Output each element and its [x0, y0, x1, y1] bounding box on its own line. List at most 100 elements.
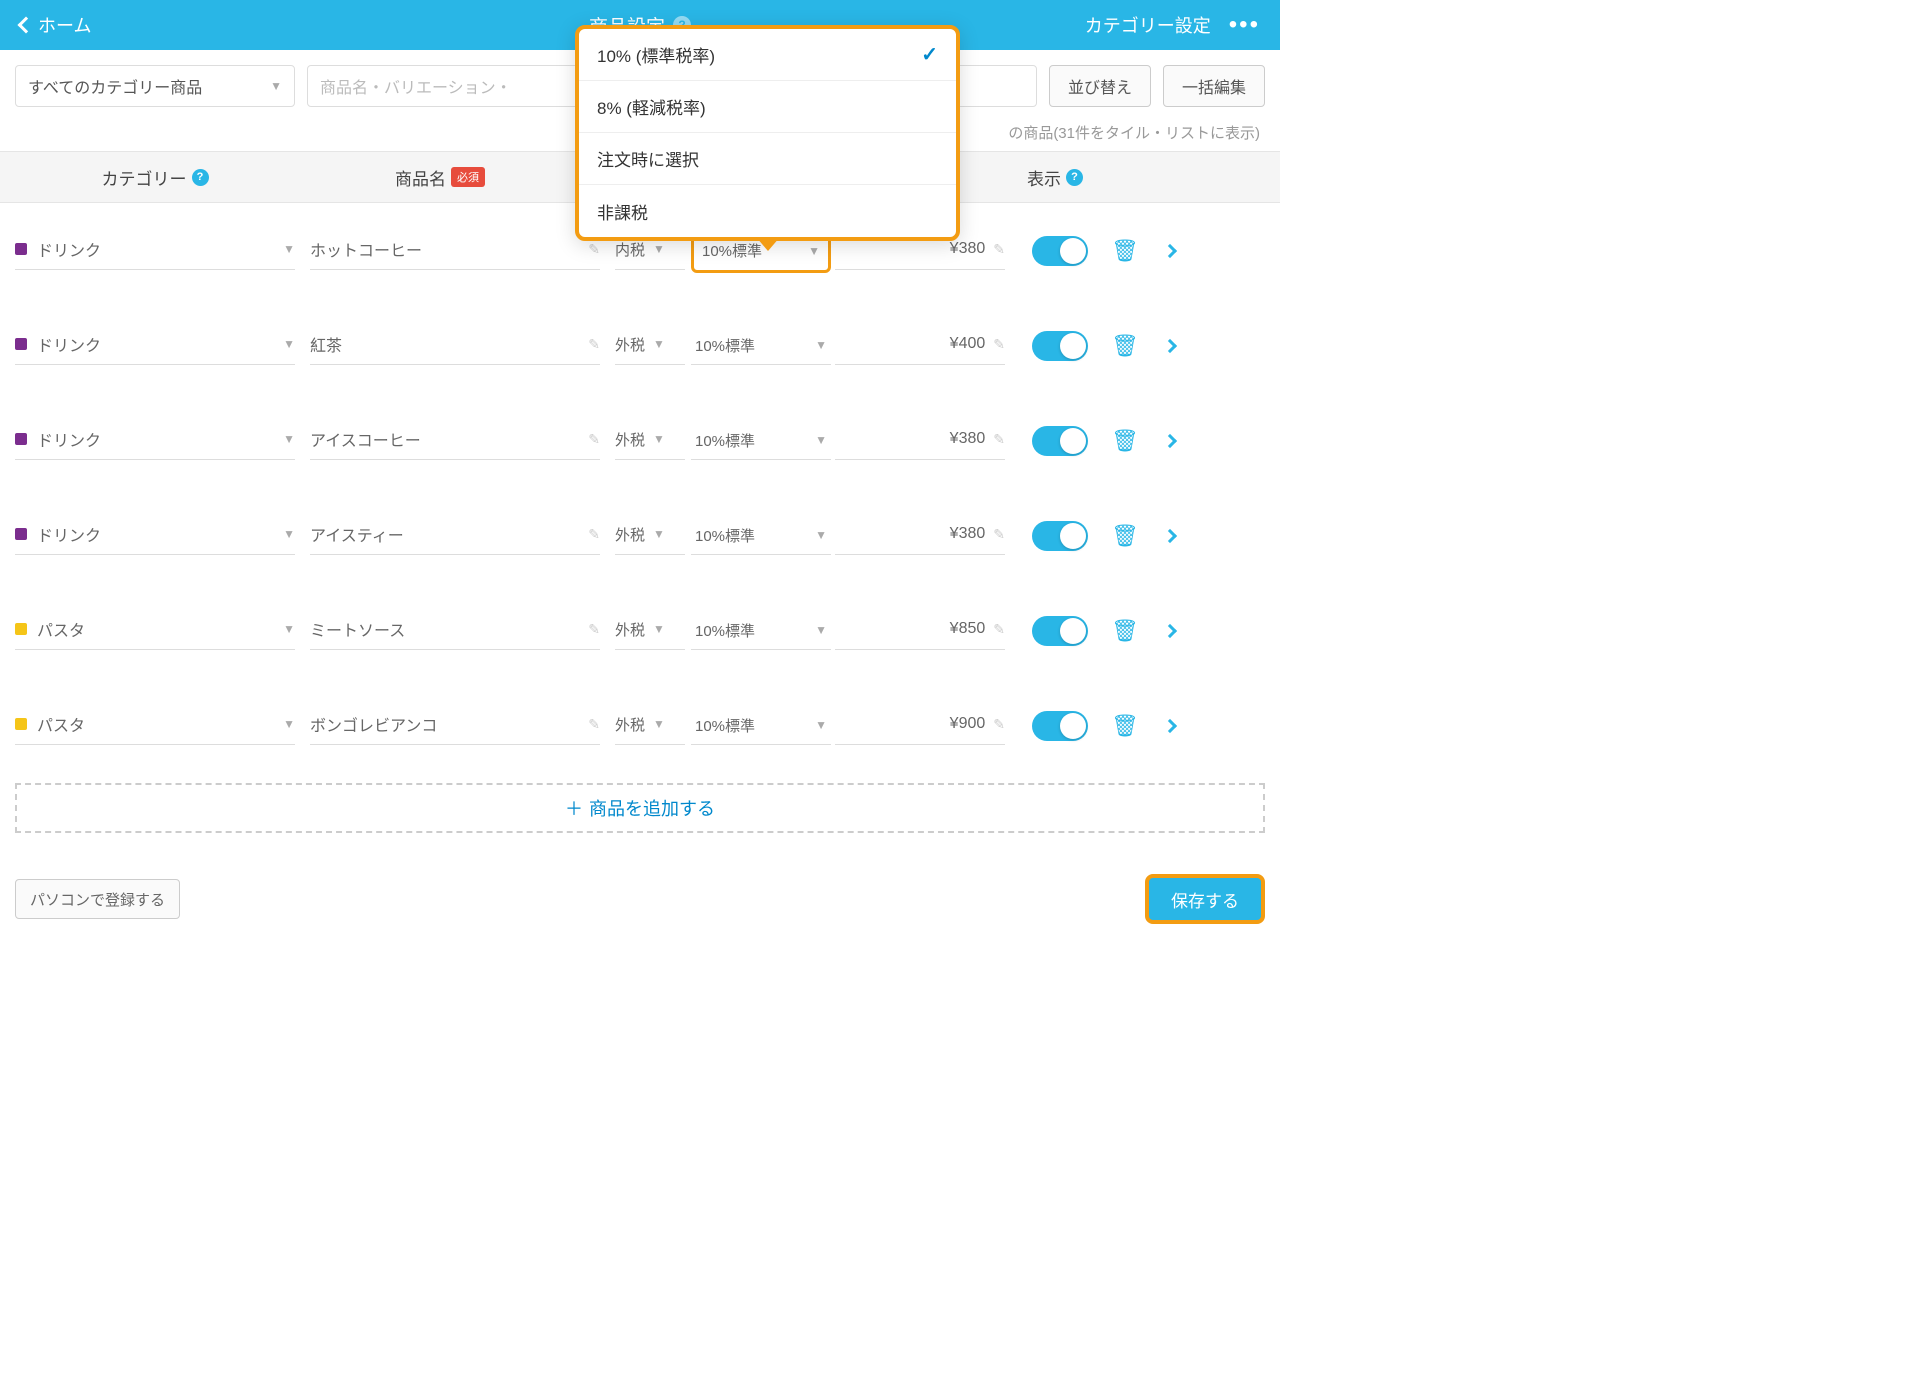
- chevron-down-icon: ▼: [653, 337, 665, 351]
- delete-cell: 🗑: [1100, 428, 1150, 454]
- detail-cell[interactable]: [1150, 246, 1190, 256]
- delete-cell: 🗑: [1100, 618, 1150, 644]
- chevron-right-icon: [1163, 623, 1177, 637]
- tax-rate-select[interactable]: 10%標準▼: [691, 612, 831, 650]
- tax-rate-select[interactable]: 10%標準▼: [691, 422, 831, 460]
- help-icon[interactable]: ?: [192, 169, 209, 186]
- tax-cell: 外税▼10%標準▼: [615, 707, 835, 745]
- display-toggle[interactable]: [1032, 616, 1088, 646]
- tax-option-order[interactable]: 注文時に選択: [579, 133, 956, 185]
- pc-register-button[interactable]: パソコンで登録する: [15, 879, 180, 919]
- pencil-icon: ✎: [588, 526, 600, 543]
- detail-cell[interactable]: [1150, 436, 1190, 446]
- category-cell[interactable]: ドリンク▼: [15, 232, 295, 270]
- chevron-right-icon: [1163, 433, 1177, 447]
- price-cell[interactable]: ¥380✎: [835, 422, 1005, 460]
- price-cell[interactable]: ¥900 ✎: [835, 707, 1005, 745]
- price-text: ¥400: [950, 335, 986, 353]
- detail-cell[interactable]: [1150, 531, 1190, 541]
- chevron-left-icon: [18, 17, 35, 34]
- display-toggle[interactable]: [1032, 521, 1088, 551]
- sort-button[interactable]: 並び替え: [1049, 65, 1151, 107]
- pencil-icon: ✎: [993, 621, 1005, 638]
- price-text: ¥380: [950, 430, 986, 448]
- toggle-knob: [1060, 523, 1086, 549]
- detail-cell[interactable]: [1150, 626, 1190, 636]
- category-cell[interactable]: パスタ▼: [15, 612, 295, 650]
- trash-icon[interactable]: 🗑: [1111, 428, 1139, 454]
- category-settings-link[interactable]: カテゴリー設定: [1085, 12, 1211, 38]
- tax-type-select[interactable]: 外税▼: [615, 612, 685, 650]
- name-text: ミートソース: [310, 617, 580, 641]
- more-icon[interactable]: •••: [1229, 13, 1260, 37]
- name-text: ボンゴレビアンコ: [310, 712, 580, 736]
- pencil-icon: ✎: [588, 716, 600, 733]
- tax-rate-select[interactable]: 10%標準▼: [691, 327, 831, 365]
- tax-rate-select[interactable]: 10%標準▼: [691, 707, 831, 745]
- category-cell[interactable]: ドリンク▼: [15, 422, 295, 460]
- price-text: ¥380: [950, 240, 986, 258]
- pencil-icon: ✎: [993, 526, 1005, 543]
- price-cell[interactable]: ¥400✎: [835, 327, 1005, 365]
- trash-icon[interactable]: 🗑: [1111, 523, 1139, 549]
- display-toggle-cell: [1020, 521, 1100, 551]
- category-text: ドリンク: [37, 522, 273, 546]
- chevron-down-icon: ▼: [283, 242, 295, 256]
- back-button[interactable]: ホーム: [0, 12, 91, 38]
- name-cell[interactable]: ホットコーヒー✎: [310, 232, 600, 270]
- trash-icon[interactable]: 🗑: [1111, 333, 1139, 359]
- tax-option-standard[interactable]: 10% (標準税率)✓: [579, 29, 956, 81]
- display-toggle[interactable]: [1032, 331, 1088, 361]
- display-toggle[interactable]: [1032, 236, 1088, 266]
- price-cell[interactable]: ¥850✎: [835, 612, 1005, 650]
- category-cell[interactable]: ドリンク▼: [15, 517, 295, 555]
- display-toggle[interactable]: [1032, 711, 1088, 741]
- delete-cell: 🗑: [1100, 238, 1150, 264]
- tax-type-select[interactable]: 外税▼: [615, 327, 685, 365]
- pencil-icon: ✎: [993, 241, 1005, 258]
- add-product-button[interactable]: ＋ 商品を追加する: [15, 783, 1265, 833]
- category-cell[interactable]: ドリンク▼: [15, 327, 295, 365]
- chevron-down-icon: ▼: [283, 622, 295, 636]
- category-color-icon: [15, 338, 27, 350]
- save-button[interactable]: 保存する: [1145, 874, 1265, 924]
- tax-type-select[interactable]: 外税▼: [615, 422, 685, 460]
- bulk-edit-button[interactable]: 一括編集: [1163, 65, 1265, 107]
- category-color-icon: [15, 243, 27, 255]
- name-cell[interactable]: 紅茶✎: [310, 327, 600, 365]
- trash-icon[interactable]: 🗑: [1111, 713, 1139, 739]
- name-cell[interactable]: ミートソース✎: [310, 612, 600, 650]
- chevron-down-icon: ▼: [283, 337, 295, 351]
- header-right: カテゴリー設定 •••: [1085, 12, 1280, 38]
- name-cell[interactable]: ボンゴレビアンコ ✎: [310, 707, 600, 745]
- name-text: ホットコーヒー: [310, 237, 580, 261]
- tax-option-reduced[interactable]: 8% (軽減税率): [579, 81, 956, 133]
- table-row: パスタ▼ミートソース✎外税▼10%標準▼¥850✎🗑: [0, 583, 1280, 678]
- toggle-knob: [1060, 713, 1086, 739]
- trash-icon[interactable]: 🗑: [1111, 238, 1139, 264]
- tax-option-exempt[interactable]: 非課税: [579, 185, 956, 237]
- name-cell[interactable]: アイスコーヒー✎: [310, 422, 600, 460]
- tax-cell: 外税▼10%標準▼: [615, 422, 835, 460]
- detail-cell[interactable]: [1150, 341, 1190, 351]
- table-row: ドリンク▼ アイスティー✎ 外税▼10%標準▼¥380✎ 🗑: [0, 488, 1280, 583]
- name-cell[interactable]: アイスティー✎: [310, 517, 600, 555]
- plus-icon: ＋: [565, 795, 583, 821]
- chevron-right-icon: [1163, 338, 1177, 352]
- price-text: ¥900: [950, 715, 986, 733]
- display-toggle-cell: [1020, 331, 1100, 361]
- tax-type-select[interactable]: 外税▼: [615, 707, 685, 745]
- help-icon[interactable]: ?: [1066, 169, 1083, 186]
- price-cell[interactable]: ¥380✎: [835, 517, 1005, 555]
- display-toggle[interactable]: [1032, 426, 1088, 456]
- pencil-icon: ✎: [993, 716, 1005, 733]
- delete-cell: 🗑: [1100, 523, 1150, 549]
- tax-rate-select[interactable]: 10%標準▼: [691, 517, 831, 555]
- tax-type-select[interactable]: 外税▼: [615, 517, 685, 555]
- category-select[interactable]: すべてのカテゴリー商品 ▼: [15, 65, 295, 107]
- trash-icon[interactable]: 🗑: [1111, 618, 1139, 644]
- chevron-down-icon: ▼: [815, 718, 827, 732]
- detail-cell[interactable]: [1150, 721, 1190, 731]
- chevron-right-icon: [1163, 243, 1177, 257]
- category-cell[interactable]: パスタ▼: [15, 707, 295, 745]
